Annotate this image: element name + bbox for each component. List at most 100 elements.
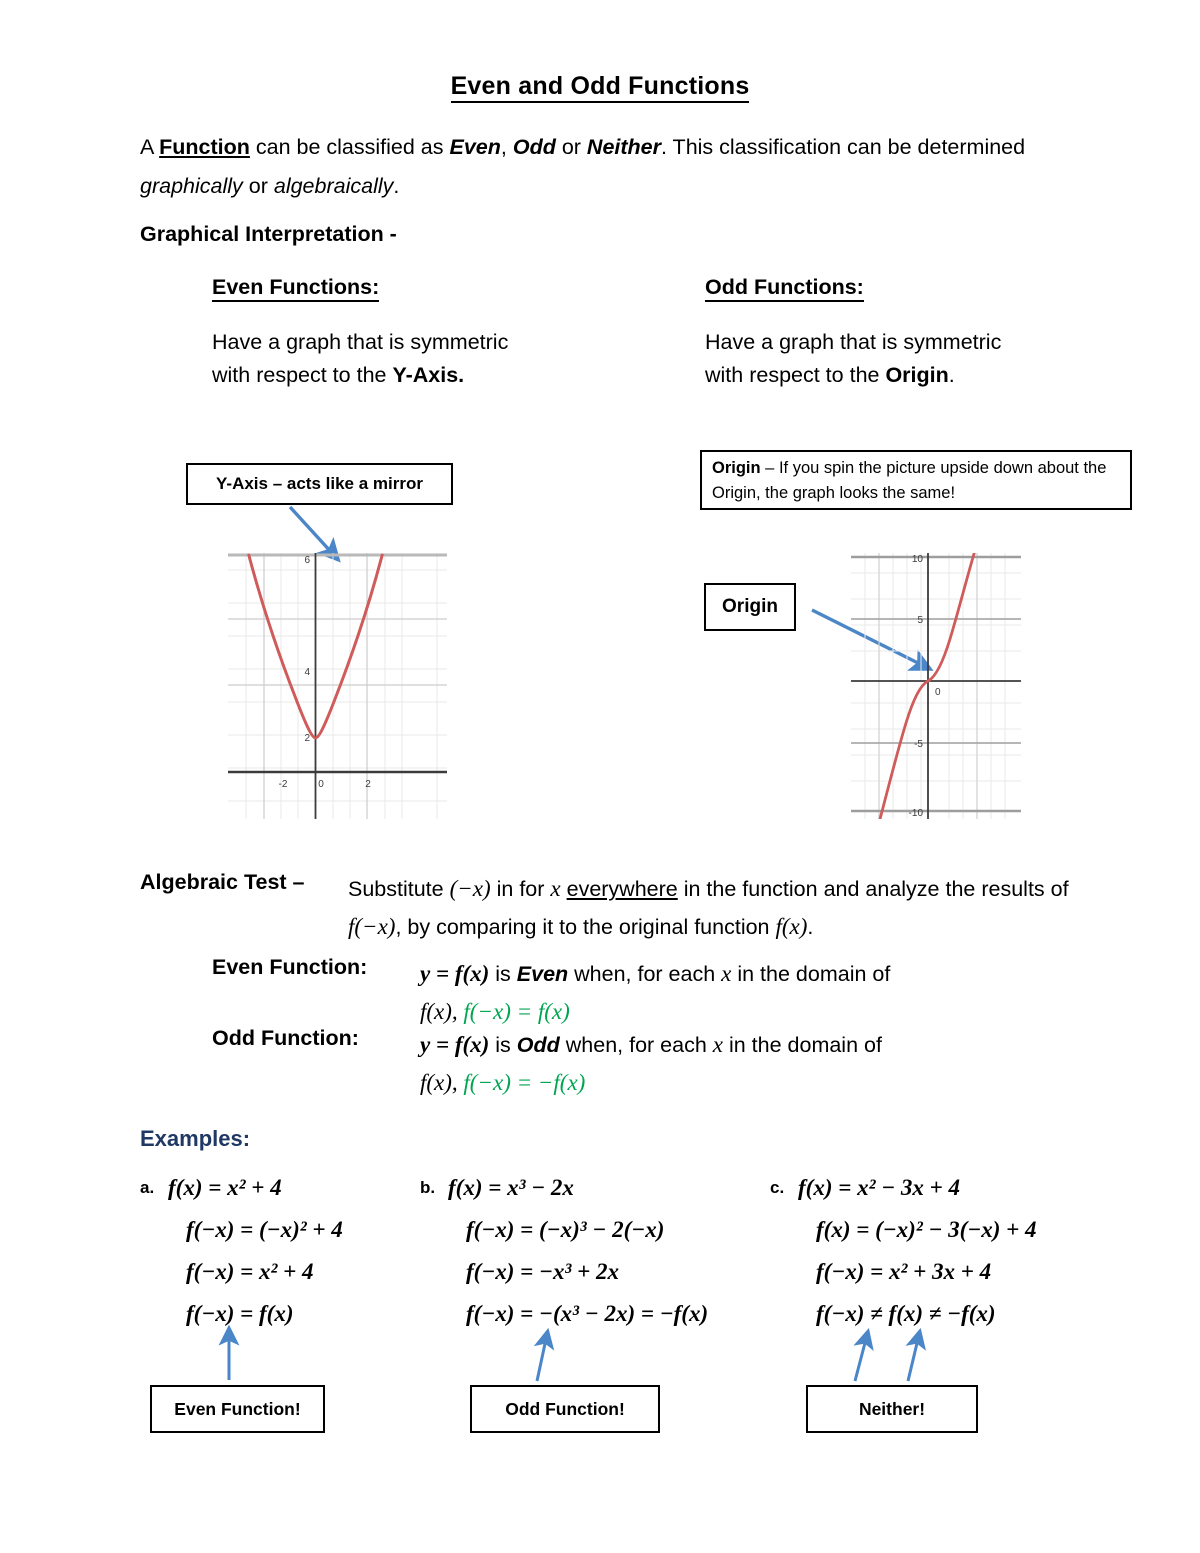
example-c-line-3: f(−x) = x² + 3x + 4 <box>816 1259 992 1284</box>
intro-odd-term: Odd <box>512 135 556 159</box>
example-c: c. f(x) = x² − 3x + 4 f(x) = (−x)² − 3(−… <box>770 1175 1110 1343</box>
even-graph-ytick-4: 4 <box>304 667 310 678</box>
even-function-graph: -2 0 2 2 4 6 <box>228 553 447 819</box>
odd-graph-ytick-5: 5 <box>917 615 923 626</box>
alg-part-1: Substitute <box>348 877 450 901</box>
intro-graphically: graphically <box>140 174 243 198</box>
alg-f-x: f(x) <box>775 914 808 939</box>
example-a-line-2: f(−x) = (−x)² + 4 <box>186 1217 343 1242</box>
intro-period: . <box>393 174 400 198</box>
page-title-text: Even and Odd Functions <box>450 72 750 103</box>
document-page: Even and Odd Functions A Function can be… <box>0 0 1200 1553</box>
alg-everywhere: everywhere <box>566 877 678 901</box>
answer-box-even-text: Even Function! <box>174 1398 301 1419</box>
odd-graph-ytick--5: -5 <box>914 739 923 750</box>
alg-part-4: in the function and analyze the results … <box>677 877 1069 901</box>
alg-f-neg-x: f(−x) <box>348 914 396 939</box>
example-c-line-4: f(−x) ≠ f(x) ≠ −f(x) <box>816 1301 996 1326</box>
even-functions-description: Have a graph that is symmetric with resp… <box>212 326 512 392</box>
odd-def-mid1: is <box>489 1033 517 1057</box>
intro-even-term: Even <box>449 135 501 159</box>
even-def-var: x <box>721 961 732 986</box>
answer-box-neither-text: Neither! <box>858 1398 926 1419</box>
origin-label-text: Origin <box>722 596 778 617</box>
alg-part-2: in for <box>490 877 551 901</box>
odd-functions-description: Have a graph that is symmetric with resp… <box>705 326 1005 392</box>
example-c-arrow-2 <box>905 1327 926 1382</box>
example-a-line-1: f(x) = x² + 4 <box>168 1175 282 1200</box>
intro-paragraph: A Function can be classified as Even, Od… <box>140 128 1100 206</box>
y-axis-pointer-arrow <box>288 505 341 563</box>
even-def-mid1: is <box>489 962 517 986</box>
answer-box-even: Even Function! <box>150 1385 325 1433</box>
even-functions-heading-text: Even Functions: <box>212 275 380 302</box>
intro-part-3: . This classification can be determined <box>661 135 1026 159</box>
even-graph-xtick--2: -2 <box>279 779 288 790</box>
odd-graph-ytick--10: -10 <box>909 808 924 819</box>
odd-def-formula: f(−x) = −f(x) <box>463 1070 586 1095</box>
even-graph-xtick-2: 2 <box>365 779 371 790</box>
odd-graph-ytick-10: 10 <box>912 554 924 565</box>
even-graph-svg: -2 0 2 2 4 6 <box>228 553 447 819</box>
even-graph-ytick-2: 2 <box>304 733 310 744</box>
answer-box-odd: Odd Function! <box>470 1385 660 1433</box>
intro-comma: , <box>500 135 513 159</box>
answer-box-neither: Neither! <box>806 1385 978 1433</box>
odd-def-lead: y = f(x) <box>420 1032 490 1057</box>
example-b-line-1: f(x) = x³ − 2x <box>448 1175 574 1200</box>
odd-desc-text: Have a graph that is symmetric with resp… <box>705 330 1002 387</box>
odd-functions-heading-text: Odd Functions: <box>705 275 864 302</box>
odd-function-definition-label: Odd Function: <box>212 1026 359 1050</box>
intro-function-term: Function <box>159 135 250 159</box>
even-desc-bold: Y-Axis. <box>392 363 465 387</box>
even-def-kind: Even <box>516 962 569 986</box>
example-a-line-4: f(−x) = f(x) <box>186 1301 294 1326</box>
even-graph-ytick-6: 6 <box>304 555 310 566</box>
alg-part-6: . <box>807 915 814 939</box>
odd-def-var: x <box>712 1032 723 1057</box>
odd-desc-bold: Origin <box>885 363 949 387</box>
odd-def-mid3: in the domain of <box>722 1033 882 1057</box>
even-def-mid3: in the domain of <box>731 962 891 986</box>
even-def-lead: y = f(x) <box>420 961 490 986</box>
odd-functions-heading: Odd Functions: <box>705 275 864 302</box>
even-def-formula: f(−x) = f(x) <box>463 999 570 1024</box>
odd-graph-minor-grid <box>851 553 1021 819</box>
example-b-marker: b. <box>420 1178 436 1197</box>
algebraic-test-body: Substitute (−x) in for x everywhere in t… <box>348 870 1123 946</box>
odd-def-mid2: when, for each <box>559 1033 713 1057</box>
example-b-line-3: f(−x) = −x³ + 2x <box>466 1259 619 1284</box>
odd-graph-ytick-0: 0 <box>935 687 941 698</box>
answer-box-odd-text: Odd Function! <box>505 1398 625 1419</box>
odd-function-definition-body: y = f(x) is Odd when, for each x in the … <box>420 1026 1120 1102</box>
odd-def-line2-black: f(x), <box>420 1070 464 1095</box>
example-b-line-4: f(−x) = −(x³ − 2x) = −f(x) <box>466 1301 709 1326</box>
example-c-line-1: f(x) = x² − 3x + 4 <box>798 1175 961 1200</box>
example-c-line-2: f(x) = (−x)² − 3(−x) + 4 <box>816 1217 1037 1242</box>
y-axis-callout-text: Y-Axis – acts like a mirror <box>216 474 423 493</box>
origin-callout-rest: – If you spin the picture upside down ab… <box>712 459 1107 502</box>
even-function-definition-body: y = f(x) is Even when, for each x in the… <box>420 955 1120 1031</box>
even-function-definition-label: Even Function: <box>212 955 368 979</box>
odd-desc-period: . <box>948 363 955 387</box>
intro-part-1: A <box>140 135 160 159</box>
odd-graph-svg: 10 5 0 -5 -10 <box>851 545 1021 821</box>
example-b-line-2: f(−x) = (−x)³ − 2(−x) <box>466 1217 665 1242</box>
origin-callout-bold: Origin <box>712 459 761 477</box>
intro-neither-term: Neither <box>586 135 661 159</box>
example-a-marker: a. <box>140 1178 155 1197</box>
even-graph-xtick-0: 0 <box>318 779 324 790</box>
even-functions-heading: Even Functions: <box>212 275 380 302</box>
origin-label-box: Origin <box>704 583 796 631</box>
alg-part-5: , by comparing it to the original functi… <box>395 915 776 939</box>
intro-algebraically: algebraically <box>273 174 394 198</box>
intro-or: or <box>555 135 587 159</box>
alg-var-x: x <box>550 876 561 901</box>
intro-or-2: or <box>242 174 274 198</box>
alg-neg-x: (−x) <box>449 876 491 901</box>
algebraic-test-label: Algebraic Test – <box>140 870 305 894</box>
odd-def-kind: Odd <box>516 1033 560 1057</box>
graphical-interpretation-heading: Graphical Interpretation - <box>140 222 397 246</box>
page-title: Even and Odd Functions <box>0 72 1200 103</box>
y-axis-callout-box: Y-Axis – acts like a mirror <box>186 463 453 505</box>
